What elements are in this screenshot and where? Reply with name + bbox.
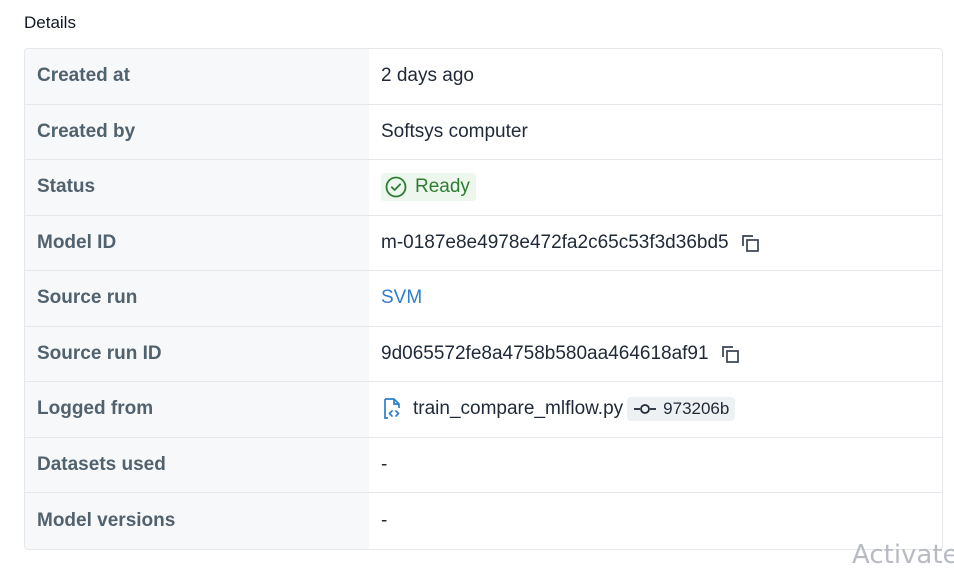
created-at-label: Created at xyxy=(25,49,369,104)
commit-hash: 973206b xyxy=(663,399,730,419)
row-created-at: Created at 2 days ago xyxy=(25,49,942,105)
commit-badge[interactable]: 973206b xyxy=(627,397,736,422)
source-run-link[interactable]: SVM xyxy=(381,287,422,309)
copy-icon xyxy=(739,232,761,254)
copy-icon xyxy=(719,343,741,365)
logged-from-filename: train_compare_mlflow.py xyxy=(413,398,624,420)
model-id-value: m-0187e8e4978e472fa2c65c53f3d36bd5 xyxy=(381,231,729,253)
row-status: Status Ready xyxy=(25,160,942,216)
activate-watermark: Activate xyxy=(852,540,954,570)
datasets-used-label: Datasets used xyxy=(25,437,369,492)
status-label: Status xyxy=(25,160,369,215)
model-versions-label: Model versions xyxy=(25,493,369,549)
source-run-id-label: Source run ID xyxy=(25,326,369,381)
logged-from-label: Logged from xyxy=(25,382,369,437)
model-id-label: Model ID xyxy=(25,215,369,270)
section-title: Details xyxy=(24,13,76,32)
row-model-id: Model ID m-0187e8e4978e472fa2c65c53f3d36… xyxy=(25,215,942,271)
row-source-run: Source run SVM xyxy=(25,271,942,327)
created-at-value: 2 days ago xyxy=(381,65,474,87)
code-file-icon xyxy=(381,397,403,421)
copy-model-id-button[interactable] xyxy=(737,230,763,256)
details-table: Created at 2 days ago Created by Softsys… xyxy=(24,48,943,550)
row-created-by: Created by Softsys computer xyxy=(25,104,942,160)
model-versions-value: - xyxy=(381,509,388,531)
row-source-run-id: Source run ID 9d065572fe8a4758b580aa4646… xyxy=(25,326,942,382)
datasets-used-value: - xyxy=(381,453,388,475)
row-model-versions: Model versions - xyxy=(25,493,942,549)
row-datasets-used: Datasets used - xyxy=(25,437,942,493)
copy-source-run-id-button[interactable] xyxy=(717,341,743,367)
git-commit-icon xyxy=(633,402,657,416)
source-run-id-value: 9d065572fe8a4758b580aa464618af91 xyxy=(381,342,709,364)
created-by-value: Softsys computer xyxy=(381,120,528,142)
status-value: Ready xyxy=(415,176,470,198)
check-circle-icon xyxy=(385,176,407,198)
created-by-label: Created by xyxy=(25,104,369,159)
row-logged-from: Logged from train_compare_mlflow.py 9732… xyxy=(25,382,942,438)
logged-from-file[interactable]: train_compare_mlflow.py xyxy=(381,397,623,421)
status-badge: Ready xyxy=(381,173,476,202)
source-run-label: Source run xyxy=(25,271,369,326)
